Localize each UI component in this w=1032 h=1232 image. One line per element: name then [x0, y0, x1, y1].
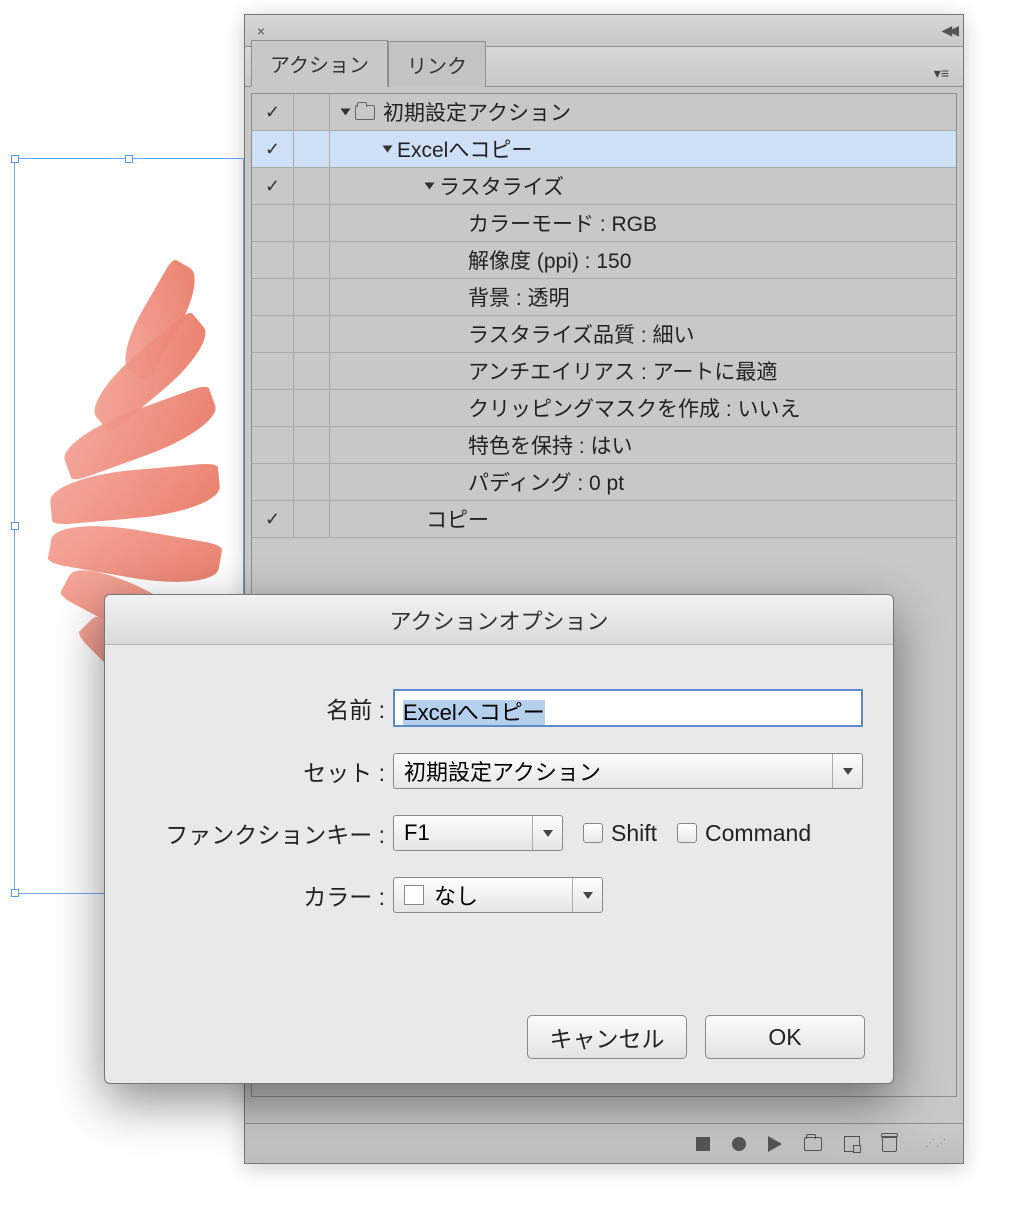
toggle-checkbox[interactable]: ✓ — [252, 131, 294, 167]
toggle-checkbox[interactable] — [252, 316, 294, 352]
set-label: セット : — [135, 754, 393, 788]
name-input[interactable]: Excelへコピー — [393, 689, 863, 727]
action-label: 特色を保持 : はい — [468, 430, 633, 460]
toggle-checkbox[interactable] — [252, 390, 294, 426]
action-options-dialog: アクションオプション 名前 : Excelへコピー セット : 初期設定アクショ… — [104, 594, 894, 1084]
fkey-label: ファンクションキー : — [135, 816, 393, 850]
cancel-button[interactable]: キャンセル — [527, 1015, 687, 1059]
panel-footer: ⋰⋰ — [245, 1123, 963, 1163]
toggle-checkbox[interactable] — [252, 205, 294, 241]
set-select[interactable]: 初期設定アクション — [393, 753, 863, 789]
dialog-title: アクションオプション — [105, 595, 893, 645]
stop-icon[interactable] — [696, 1137, 710, 1151]
chevron-down-icon — [832, 754, 862, 788]
dialog-toggle[interactable] — [294, 390, 330, 426]
chevron-down-icon — [532, 816, 562, 850]
action-row[interactable]: カラーモード : RGB — [252, 205, 956, 242]
chevron-down-icon — [572, 878, 602, 912]
action-label: アンチエイリアス : アートに最適 — [468, 356, 777, 386]
dialog-toggle[interactable] — [294, 131, 330, 167]
close-icon[interactable]: × — [251, 21, 271, 41]
dialog-toggle[interactable] — [294, 353, 330, 389]
action-row[interactable]: ✓ 初期設定アクション — [252, 94, 956, 131]
action-label: 解像度 (ppi) : 150 — [468, 245, 631, 275]
disclosure-triangle-icon[interactable] — [383, 146, 393, 153]
action-row[interactable]: 背景 : 透明 — [252, 279, 956, 316]
dialog-toggle[interactable] — [294, 427, 330, 463]
command-label: Command — [705, 820, 811, 847]
record-icon[interactable] — [732, 1137, 746, 1151]
color-swatch — [404, 885, 424, 905]
disclosure-triangle-icon[interactable] — [341, 109, 351, 116]
new-action-icon[interactable] — [844, 1136, 860, 1152]
tab-actions[interactable]: アクション — [251, 40, 388, 87]
action-label: カラーモード : RGB — [468, 208, 657, 238]
action-label: ラスタライズ品質 : 細い — [468, 319, 694, 349]
color-select[interactable]: なし — [393, 877, 603, 913]
command-checkbox[interactable] — [677, 823, 697, 843]
toggle-checkbox[interactable]: ✓ — [252, 168, 294, 204]
dialog-toggle[interactable] — [294, 94, 330, 130]
action-row[interactable]: ✓ ラスタライズ — [252, 168, 956, 205]
collapse-icon[interactable]: ◀◀ — [941, 22, 955, 39]
toggle-checkbox[interactable] — [252, 464, 294, 500]
action-row[interactable]: アンチエイリアス : アートに最適 — [252, 353, 956, 390]
dialog-toggle[interactable] — [294, 168, 330, 204]
dialog-toggle[interactable] — [294, 279, 330, 315]
trash-icon[interactable] — [882, 1136, 897, 1152]
tab-links[interactable]: リンク — [388, 41, 486, 87]
toggle-checkbox[interactable] — [252, 427, 294, 463]
toggle-checkbox[interactable]: ✓ — [252, 501, 294, 537]
name-label: 名前 : — [135, 691, 393, 725]
toggle-checkbox[interactable] — [252, 353, 294, 389]
toggle-checkbox[interactable] — [252, 242, 294, 278]
action-row[interactable]: クリッピングマスクを作成 : いいえ — [252, 390, 956, 427]
action-label: 初期設定アクション — [383, 97, 571, 127]
action-row[interactable]: ✓ Excelへコピー — [252, 131, 956, 168]
toggle-checkbox[interactable] — [252, 279, 294, 315]
play-icon[interactable] — [768, 1136, 782, 1152]
action-row[interactable]: ラスタライズ品質 : 細い — [252, 316, 956, 353]
action-label: ラスタライズ — [439, 171, 564, 201]
action-row[interactable]: 特色を保持 : はい — [252, 427, 956, 464]
shift-checkbox[interactable] — [583, 823, 603, 843]
action-label: コピー — [426, 504, 489, 534]
action-row[interactable]: ✓ コピー — [252, 501, 956, 538]
resize-grip-icon[interactable]: ⋰⋰ — [925, 1142, 947, 1146]
action-label: Excelへコピー — [397, 134, 532, 164]
ok-button[interactable]: OK — [705, 1015, 865, 1059]
panel-tabs: アクション リンク ▾≡ — [245, 47, 963, 87]
dialog-toggle[interactable] — [294, 205, 330, 241]
action-label: パディング : 0 pt — [468, 467, 624, 497]
dialog-toggle[interactable] — [294, 501, 330, 537]
new-set-icon[interactable] — [804, 1137, 822, 1151]
toggle-checkbox[interactable]: ✓ — [252, 94, 294, 130]
panel-menu-icon[interactable]: ▾≡ — [934, 65, 957, 86]
fkey-select[interactable]: F1 — [393, 815, 563, 851]
action-row[interactable]: 解像度 (ppi) : 150 — [252, 242, 956, 279]
color-label: カラー : — [135, 878, 393, 912]
action-label: クリッピングマスクを作成 : いいえ — [468, 393, 801, 423]
dialog-toggle[interactable] — [294, 316, 330, 352]
shift-label: Shift — [611, 820, 657, 847]
disclosure-triangle-icon[interactable] — [425, 183, 435, 190]
dialog-toggle[interactable] — [294, 242, 330, 278]
action-row[interactable]: パディング : 0 pt — [252, 464, 956, 501]
folder-icon — [355, 105, 375, 120]
dialog-toggle[interactable] — [294, 464, 330, 500]
action-label: 背景 : 透明 — [468, 282, 570, 312]
